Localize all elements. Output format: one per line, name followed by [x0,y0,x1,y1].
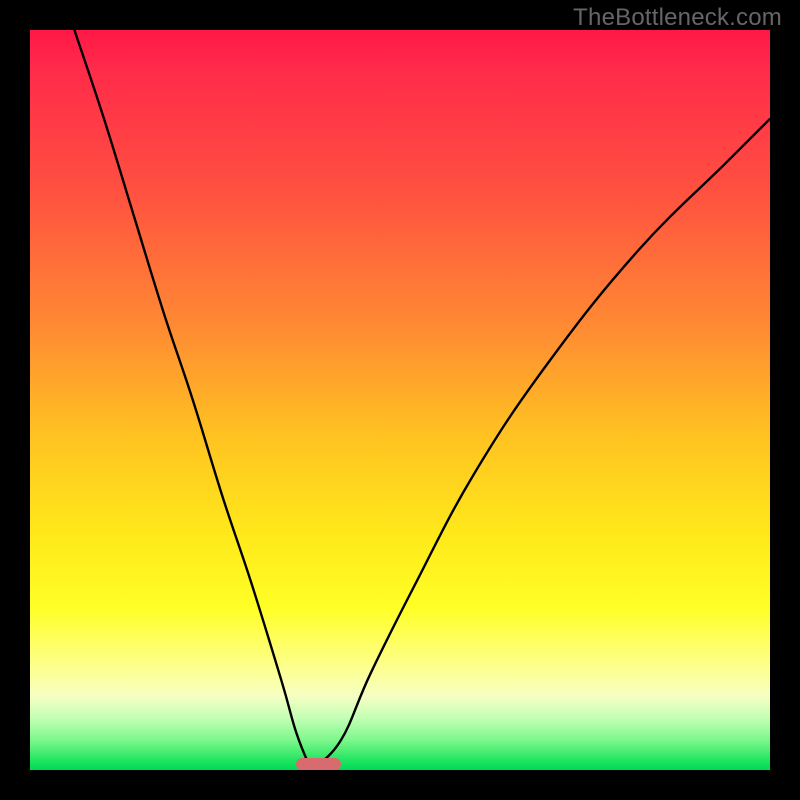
watermark-text: TheBottleneck.com [573,4,782,32]
chart-frame: TheBottleneck.com [0,0,800,800]
bottleneck-curve [30,30,770,770]
optimal-range-marker [296,758,340,770]
curve-path [74,30,770,770]
plot-area [30,30,770,770]
